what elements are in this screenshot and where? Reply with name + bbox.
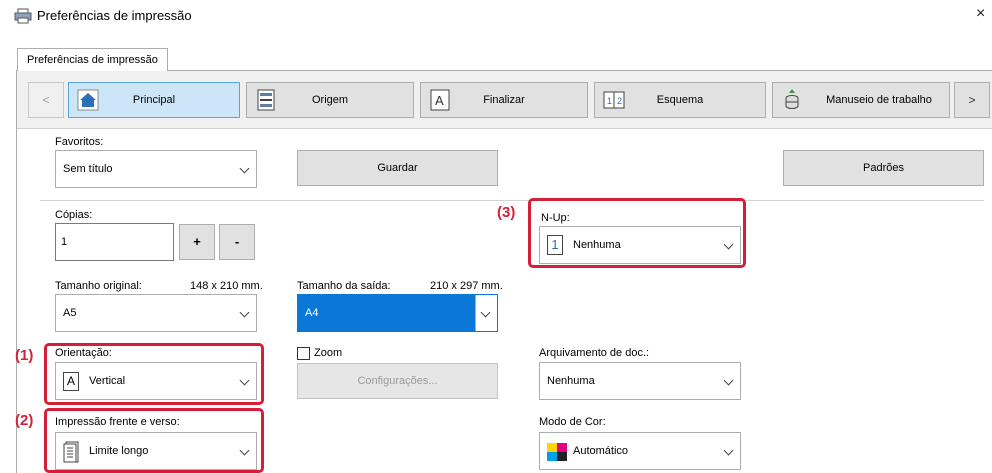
zoom-checkbox[interactable] — [297, 347, 310, 360]
chevron-down-icon — [723, 239, 734, 250]
original-size-label: Tamanho original: — [55, 280, 142, 292]
callout-3: (3) — [497, 204, 516, 221]
callout-2: (2) — [15, 412, 34, 429]
printer-icon — [14, 8, 32, 24]
tab-print-preferences[interactable]: Preferências de impressão — [17, 48, 168, 71]
zoom-settings-button[interactable]: Configurações... — [297, 363, 498, 399]
nav-label: Principal — [132, 94, 176, 106]
nav-tab-esquema[interactable]: 1 2 Esquema — [594, 82, 766, 118]
save-button[interactable]: Guardar — [297, 150, 498, 186]
chevron-down-icon — [239, 445, 250, 456]
nav-tab-principal[interactable]: Principal — [68, 82, 240, 118]
orientation-label: Orientação: — [55, 347, 112, 359]
color-mode-label: Modo de Cor: — [539, 416, 606, 428]
nup-select[interactable]: 1 Nenhuma — [539, 226, 741, 264]
doc-filing-value: Nenhuma — [547, 375, 595, 387]
nav-label: Finalizar — [483, 94, 525, 106]
chevron-down-icon — [723, 375, 734, 386]
copies-decrement-button[interactable]: - — [219, 224, 255, 260]
color-icon — [547, 443, 567, 461]
section-divider — [40, 200, 984, 201]
nup-icon: 1 — [547, 235, 563, 255]
orientation-select[interactable]: A Vertical — [55, 362, 257, 400]
nup-label: N-Up: — [541, 212, 570, 224]
copies-increment-button[interactable]: + — [179, 224, 215, 260]
orientation-value: Vertical — [89, 375, 126, 387]
doc-filing-label: Arquivamento de doc.: — [539, 347, 650, 359]
original-size-dims: 148 x 210 mm. — [190, 280, 263, 292]
nav-next-button[interactable]: > — [954, 82, 990, 118]
nav-label: Esquema — [656, 94, 704, 106]
defaults-button[interactable]: Padrões — [783, 150, 984, 186]
chevron-down-icon — [480, 307, 491, 318]
original-size-value: A5 — [63, 307, 77, 319]
output-size-value: A4 — [305, 307, 319, 319]
zoom-label: Zoom — [314, 347, 343, 359]
chevron-down-icon — [239, 163, 250, 174]
nav-prev-button[interactable]: < — [28, 82, 64, 118]
duplex-select[interactable]: Limite longo — [55, 432, 257, 470]
favorites-value: Sem título — [63, 163, 113, 175]
output-size-label: Tamanho da saída: — [297, 280, 391, 292]
nav-tab-manuseio[interactable]: Manuseio de trabalho — [772, 82, 950, 118]
doc-filing-select[interactable]: Nenhuma — [539, 362, 741, 400]
nav-tab-origem[interactable]: Origem — [246, 82, 414, 118]
duplex-long-edge-icon — [63, 441, 79, 463]
nav-label: Origem — [311, 94, 349, 106]
nav-label: Manuseio de trabalho — [826, 94, 932, 106]
chevron-down-icon — [239, 375, 250, 386]
favorites-select[interactable]: Sem título — [55, 150, 257, 188]
callout-1: (1) — [15, 347, 34, 364]
copies-input[interactable]: 1 — [55, 223, 174, 261]
original-size-select[interactable]: A5 — [55, 294, 257, 332]
copies-label: Cópias: — [55, 209, 93, 221]
nup-value: Nenhuma — [573, 239, 621, 251]
window-title: Preferências de impressão — [37, 8, 192, 23]
color-mode-value: Automático — [573, 445, 629, 457]
chevron-down-icon — [239, 307, 250, 318]
dropdown-button[interactable] — [475, 295, 497, 331]
orientation-icon: A — [63, 372, 79, 391]
color-mode-select[interactable]: Automático — [539, 432, 741, 470]
nav-tab-finalizar[interactable]: A Finalizar — [420, 82, 588, 118]
duplex-label: Impressão frente e verso: — [55, 416, 180, 428]
close-button[interactable]: × — [976, 5, 985, 23]
favorites-label: Favoritos: — [55, 136, 104, 148]
chevron-down-icon — [723, 445, 734, 456]
output-size-dims: 210 x 297 mm. — [430, 280, 503, 292]
output-size-select[interactable]: A4 — [297, 294, 498, 332]
duplex-value: Limite longo — [89, 445, 149, 457]
